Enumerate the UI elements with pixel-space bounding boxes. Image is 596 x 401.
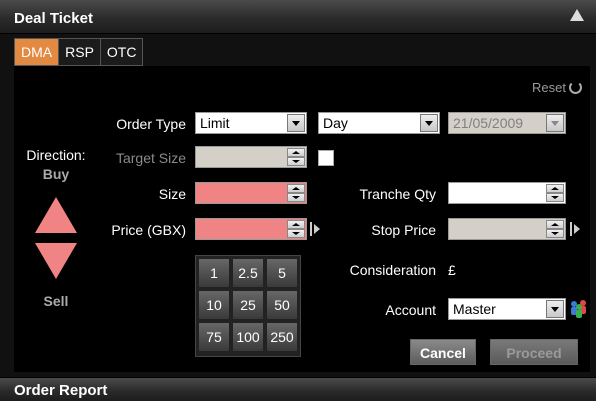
keypad-button[interactable]: 250 [266, 322, 298, 352]
keypad-button[interactable]: 25 [232, 290, 264, 320]
account-value: Master [453, 301, 496, 317]
account-label: Account [385, 302, 436, 318]
tab-rsp[interactable]: RSP [59, 39, 101, 65]
order-report-title: Order Report [14, 382, 108, 399]
size-keypad: 1 2.5 5 10 25 50 75 100 250 [195, 255, 301, 357]
chevron-down-icon [546, 114, 564, 132]
duration-value: Day [323, 115, 348, 131]
keypad-button[interactable]: 2.5 [232, 258, 264, 288]
reset-icon [569, 81, 582, 94]
target-size-input [195, 146, 307, 168]
tab-dma[interactable]: DMA [15, 39, 60, 65]
window-title: Deal Ticket [14, 10, 93, 27]
keypad-button[interactable]: 100 [232, 322, 264, 352]
tranche-qty-stepper[interactable] [546, 184, 564, 202]
stop-price-input [448, 218, 566, 240]
size-label: Size [158, 186, 186, 202]
keypad-button[interactable]: 75 [198, 322, 230, 352]
buy-label: Buy [42, 166, 70, 182]
order-report-bar[interactable]: Order Report [0, 377, 596, 401]
tab-otc[interactable]: OTC [100, 39, 143, 65]
proceed-button[interactable]: Proceed [490, 339, 578, 365]
consideration-value: £ [448, 262, 456, 278]
title-bar: Deal Ticket [0, 0, 596, 34]
stop-price-stepper [546, 220, 564, 238]
stop-price-label: Stop Price [371, 222, 436, 238]
chevron-down-icon[interactable] [287, 114, 305, 132]
tab-bar: DMA RSP OTC [14, 38, 144, 66]
order-type-select[interactable]: Limit [195, 112, 307, 134]
reset-label: Reset [532, 80, 566, 95]
date-value: 21/05/2009 [453, 115, 524, 131]
keypad-button[interactable]: 10 [198, 290, 230, 320]
chevron-down-icon[interactable] [420, 114, 438, 132]
target-size-checkbox[interactable] [318, 150, 334, 166]
stop-price-expand-icon[interactable] [570, 221, 580, 237]
order-type-value: Limit [200, 115, 230, 131]
collapse-icon[interactable] [570, 9, 584, 21]
size-input[interactable] [195, 182, 307, 204]
tranche-qty-label: Tranche Qty [359, 186, 436, 202]
direction-label: Direction: [26, 147, 86, 163]
price-input[interactable] [195, 218, 307, 240]
target-size-stepper [287, 148, 305, 166]
date-select: 21/05/2009 [448, 112, 566, 134]
cancel-button[interactable]: Cancel [410, 339, 476, 365]
sell-label: Sell [43, 293, 69, 309]
price-stepper[interactable] [287, 220, 305, 238]
keypad-button[interactable]: 50 [266, 290, 298, 320]
account-select[interactable]: Master [448, 298, 566, 320]
size-stepper[interactable] [287, 184, 305, 202]
price-label: Price (GBX) [111, 222, 186, 238]
duration-select[interactable]: Day [318, 112, 440, 134]
price-expand-icon[interactable] [310, 221, 320, 237]
users-icon[interactable] [568, 298, 590, 318]
order-type-label: Order Type [116, 116, 186, 132]
keypad-button[interactable]: 5 [266, 258, 298, 288]
sell-arrow-icon[interactable] [35, 243, 77, 279]
target-size-label: Target Size [115, 150, 186, 166]
reset-link[interactable]: Reset [532, 80, 582, 95]
tranche-qty-input[interactable] [448, 182, 566, 204]
keypad-button[interactable]: 1 [198, 258, 230, 288]
buy-arrow-icon[interactable] [35, 197, 77, 233]
chevron-down-icon[interactable] [546, 300, 564, 318]
consideration-label: Consideration [349, 262, 436, 278]
